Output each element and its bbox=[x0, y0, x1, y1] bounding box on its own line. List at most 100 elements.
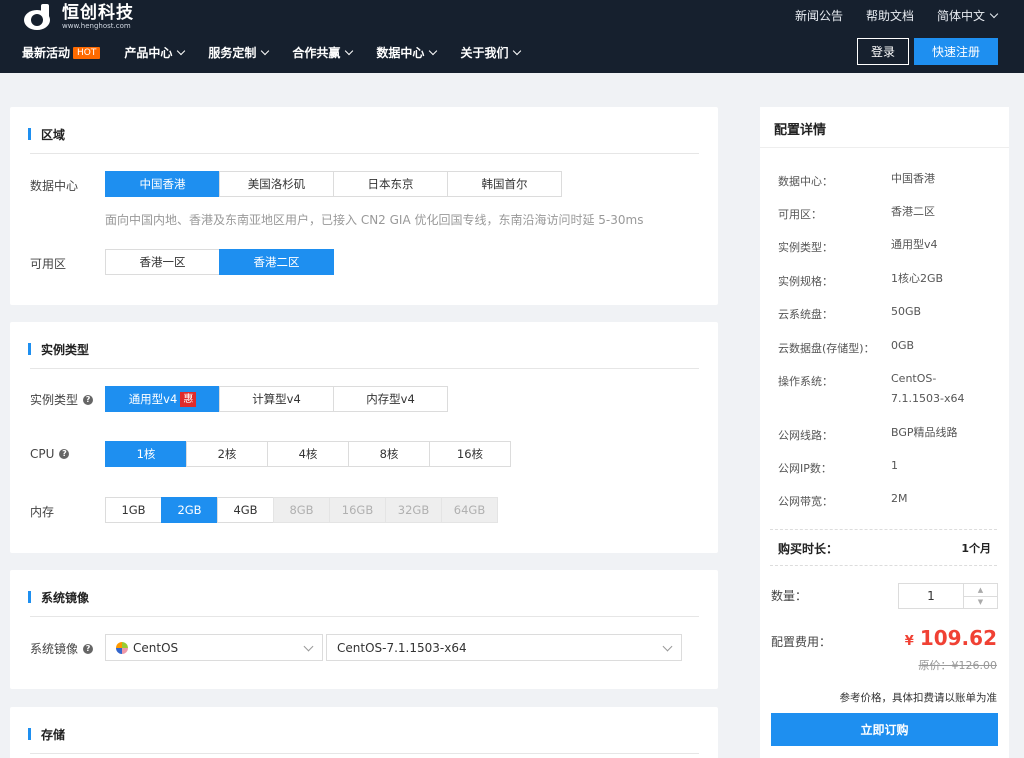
decrement-icon[interactable]: ▼ bbox=[964, 597, 997, 609]
memory-option-16gb: 16GB bbox=[329, 497, 386, 523]
spec-value: 2M bbox=[891, 492, 908, 505]
spec-label: 公网IP数： bbox=[778, 462, 832, 475]
nav-item-products[interactable]: 产品中心 bbox=[124, 44, 186, 61]
spec-label: 可用区： bbox=[778, 208, 822, 221]
zone-option-1[interactable]: 香港一区 bbox=[105, 249, 220, 275]
spec-label: 操作系统： bbox=[778, 375, 833, 388]
help-icon[interactable]: ? bbox=[83, 394, 94, 405]
datacenter-option-tokyo[interactable]: 日本东京 bbox=[333, 171, 448, 197]
memory-option-64gb: 64GB bbox=[441, 497, 498, 523]
memory-label: 内存 bbox=[30, 505, 55, 519]
currency-symbol: ¥ bbox=[904, 634, 914, 649]
increment-icon[interactable]: ▲ bbox=[964, 584, 997, 597]
memory-option-2gb[interactable]: 2GB bbox=[161, 497, 218, 523]
datacenter-label: 数据中心 bbox=[30, 179, 79, 193]
top-header: 恒创科技 www.henghost.com 新闻公告 帮助文档 简体中文 最新活… bbox=[0, 0, 1024, 73]
zone-label: 可用区 bbox=[30, 257, 67, 271]
help-docs-link[interactable]: 帮助文档 bbox=[866, 7, 914, 24]
spec-value: 通用型v4 bbox=[891, 238, 938, 251]
instance-type-options: 通用型v4 惠 计算型v4 内存型v4 bbox=[105, 386, 448, 412]
nav-label: 数据中心 bbox=[376, 46, 425, 60]
memory-option-4gb[interactable]: 4GB bbox=[217, 497, 274, 523]
section-title-instance: 实例类型 bbox=[28, 341, 89, 358]
divider bbox=[760, 147, 1009, 148]
cpu-label-text: CPU bbox=[30, 447, 55, 461]
nav-label: 合作共赢 bbox=[292, 46, 341, 60]
main-nav: 最新活动 HOT 产品中心 服务定制 合作共赢 数据中心 关于我们 bbox=[22, 44, 522, 61]
datacenter-option-losangeles[interactable]: 美国洛杉矶 bbox=[219, 171, 334, 197]
divider bbox=[30, 616, 699, 617]
cpu-option-16[interactable]: 16核 bbox=[429, 441, 511, 467]
spec-value: CentOS-7.1.1503-x64 bbox=[891, 372, 965, 405]
duration-value: 1个月 bbox=[961, 542, 991, 555]
chevron-down-icon bbox=[177, 46, 186, 55]
cpu-options: 1核 2核 4核 8核 16核 bbox=[105, 441, 511, 467]
nav-item-datacenters[interactable]: 数据中心 bbox=[376, 44, 438, 61]
divider bbox=[30, 153, 699, 154]
nav-item-partners[interactable]: 合作共赢 bbox=[292, 44, 354, 61]
cpu-option-4[interactable]: 4核 bbox=[267, 441, 349, 467]
chevron-down-icon bbox=[261, 46, 270, 55]
os-select-value: CentOS bbox=[133, 640, 179, 655]
divider bbox=[30, 368, 699, 369]
spec-label: 云系统盘： bbox=[778, 308, 833, 321]
spec-label: 实例规格： bbox=[778, 275, 833, 288]
chevron-down-icon bbox=[345, 46, 354, 55]
datacenter-options: 中国香港 美国洛杉矶 日本东京 韩国首尔 bbox=[105, 171, 562, 197]
region-card: 区域 数据中心 中国香港 美国洛杉矶 日本东京 韩国首尔 面向中国内地、香港及东… bbox=[10, 107, 718, 305]
price: ¥ 109.62 bbox=[905, 626, 997, 650]
option-label: 通用型v4 bbox=[128, 392, 178, 406]
news-link[interactable]: 新闻公告 bbox=[795, 7, 843, 24]
section-title-storage: 存储 bbox=[28, 726, 65, 743]
brand-logo[interactable]: 恒创科技 www.henghost.com bbox=[24, 4, 134, 30]
help-icon[interactable]: ? bbox=[59, 449, 70, 459]
discount-badge: 惠 bbox=[180, 391, 197, 407]
language-label: 简体中文 bbox=[936, 9, 985, 23]
instance-card: 实例类型 实例类型? 通用型v4 惠 计算型v4 内存型v4 CPU? 1核 2核… bbox=[10, 322, 718, 553]
image-label-text: 系统镜像 bbox=[30, 642, 79, 656]
instance-type-label: 实例类型? bbox=[30, 391, 94, 408]
nav-item-promotions[interactable]: 最新活动 HOT bbox=[22, 44, 101, 61]
language-select[interactable]: 简体中文 bbox=[936, 7, 999, 24]
memory-option-8gb: 8GB bbox=[273, 497, 330, 523]
spec-value: 0GB bbox=[891, 339, 915, 352]
duration-label: 购买时长： bbox=[778, 542, 839, 556]
spec-value: 香港二区 bbox=[891, 205, 935, 218]
os-version-select[interactable]: CentOS-7.1.1503-x64 bbox=[326, 634, 682, 661]
nav-label: 最新活动 bbox=[22, 46, 71, 60]
datacenter-option-hongkong[interactable]: 中国香港 bbox=[105, 171, 220, 197]
register-button[interactable]: 快速注册 bbox=[914, 38, 998, 65]
instance-type-memory[interactable]: 内存型v4 bbox=[333, 386, 448, 412]
login-button[interactable]: 登录 bbox=[857, 38, 909, 65]
spec-label: 公网线路： bbox=[778, 429, 833, 442]
cpu-option-1[interactable]: 1核 bbox=[105, 441, 187, 467]
divider bbox=[30, 753, 699, 754]
spec-value: 50GB bbox=[891, 305, 922, 318]
nav-item-custom-services[interactable]: 服务定制 bbox=[208, 44, 270, 61]
quantity-value[interactable]: 1 bbox=[899, 584, 963, 608]
nav-label: 关于我们 bbox=[460, 46, 509, 60]
section-title-region: 区域 bbox=[28, 126, 65, 143]
help-icon[interactable]: ? bbox=[83, 643, 94, 654]
quantity-label: 数量： bbox=[771, 589, 808, 603]
cpu-option-2[interactable]: 2核 bbox=[186, 441, 268, 467]
datacenter-option-seoul[interactable]: 韩国首尔 bbox=[447, 171, 562, 197]
os-select[interactable]: CentOS bbox=[105, 634, 323, 661]
image-card: 系统镜像 系统镜像? CentOS CentOS-7.1.1503-x64 bbox=[10, 570, 718, 689]
quantity-stepper[interactable]: 1 ▲ ▼ bbox=[898, 583, 998, 609]
order-button[interactable]: 立即订购 bbox=[771, 713, 998, 746]
zone-option-2[interactable]: 香港二区 bbox=[219, 249, 334, 275]
memory-option-1gb[interactable]: 1GB bbox=[105, 497, 162, 523]
cpu-option-8[interactable]: 8核 bbox=[348, 441, 430, 467]
spec-label: 实例类型： bbox=[778, 241, 833, 254]
nav-item-about[interactable]: 关于我们 bbox=[460, 44, 522, 61]
spec-value: BGP精品线路 bbox=[891, 426, 958, 439]
instance-type-general[interactable]: 通用型v4 惠 bbox=[105, 386, 220, 412]
instance-type-compute[interactable]: 计算型v4 bbox=[219, 386, 334, 412]
hot-badge: HOT bbox=[73, 46, 101, 59]
instance-type-label-text: 实例类型 bbox=[30, 393, 79, 407]
spec-label: 公网带宽： bbox=[778, 495, 833, 508]
image-label: 系统镜像? bbox=[30, 640, 94, 657]
os-version-value: CentOS-7.1.1503-x64 bbox=[337, 640, 467, 655]
logo-icon bbox=[24, 4, 58, 30]
